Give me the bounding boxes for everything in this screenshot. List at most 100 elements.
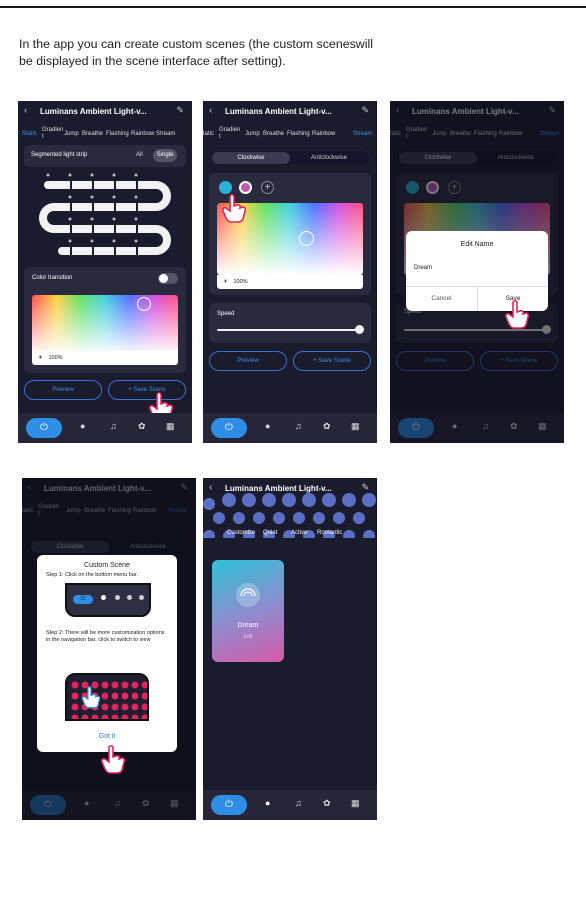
palette-icon[interactable]: ✿ [323, 421, 331, 432]
tab-jump[interactable]: Jump [245, 131, 260, 137]
bulb-icon[interactable]: ● [265, 421, 270, 431]
palette-icon[interactable]: ✿ [323, 798, 331, 809]
color-transition-label: Color transition [32, 275, 73, 281]
tab-static[interactable]: Static [203, 131, 214, 137]
option-single[interactable]: Single [153, 149, 177, 162]
power-button[interactable]: ⏻ [211, 418, 247, 438]
bottom-nav: ⏻ ● ♫ ✿ ▦ [203, 413, 377, 443]
clockwise-option[interactable]: Clockwise [212, 152, 290, 164]
tab-rainbow[interactable]: Rainbow [131, 131, 154, 137]
speed-panel: Speed [209, 303, 371, 343]
scene-tabs: Customize Quiet Active Romantic [203, 530, 377, 544]
phone-screen-static: ‹ Luminans Ambient Light-v... ✎ Static G… [18, 101, 192, 443]
phone-screen-stream: ‹ Luminans Ambient Light-v... ✎ Static G… [203, 101, 377, 443]
custom-scene-dialog: Custom Scene Step 1: Click on the bottom… [37, 555, 177, 752]
palette-icon[interactable]: ✿ [138, 421, 146, 432]
intro-line-1: In the app you can create custom scenes … [19, 37, 373, 51]
color-picker[interactable] [32, 295, 178, 355]
tab-romantic[interactable]: Romantic [317, 530, 342, 536]
scene-icon [236, 583, 260, 607]
color-panel: + ☀ 100% [209, 173, 371, 295]
tab-breathe[interactable]: Breathe [263, 131, 284, 137]
tab-active[interactable]: Active [291, 530, 307, 536]
brightness-value: 100% [233, 279, 248, 285]
bulb-icon[interactable]: ● [80, 421, 85, 431]
strip-path-graphic [39, 173, 171, 256]
preview-button[interactable]: Preview [24, 380, 102, 400]
tap-hand-icon [504, 299, 530, 329]
brightness-bar[interactable]: ☀ 100% [217, 275, 363, 289]
tab-rainbow[interactable]: Rainbow [312, 131, 335, 137]
tab-flashing[interactable]: Flashing [106, 131, 129, 137]
tap-hand-icon [221, 193, 247, 223]
grid-icon[interactable]: ▦ [166, 421, 175, 432]
tab-flashing[interactable]: Flashing [287, 131, 310, 137]
segment-mode-panel: Segmented light strip All Single [24, 145, 186, 167]
intro-text: In the app you can create custom scenes … [19, 36, 449, 70]
sun-icon: ☀ [38, 355, 43, 361]
scene-name: Dream [237, 622, 259, 629]
scene-name-input[interactable]: Dream [414, 265, 432, 271]
tab-gradient[interactable]: Gradien t [42, 127, 63, 141]
mode-tabs: Static Gradien t Jump Breathe Flashing R… [18, 125, 192, 145]
tap-hand-icon [100, 744, 126, 774]
picker-handle[interactable] [137, 297, 151, 311]
preview-button[interactable]: Preview [209, 351, 287, 371]
dialog-title: Custom Scene [84, 562, 130, 569]
anticlockwise-option[interactable]: Anticlockwise [290, 152, 368, 164]
music-icon[interactable]: ♫ [295, 421, 302, 431]
step-1-illustration: ⏻ [65, 583, 151, 617]
speed-label: Speed [217, 311, 235, 317]
save-scene-button[interactable]: + Save Scene [293, 351, 371, 371]
tab-static[interactable]: Static [22, 131, 37, 137]
bulb-icon[interactable]: ● [265, 798, 270, 808]
grid-icon[interactable]: ▦ [351, 798, 360, 809]
power-button[interactable]: ⏻ [211, 795, 247, 815]
edit-icon[interactable]: ✎ [176, 105, 184, 116]
bottom-nav: ⏻ ● ♫ ✿ ▦ [18, 413, 192, 443]
dialog-title: Edit Name [460, 241, 494, 248]
option-all[interactable]: All [136, 152, 143, 158]
intro-line-2: be displayed in the scene interface afte… [19, 54, 286, 68]
back-icon[interactable]: ‹ [209, 482, 212, 493]
tab-customize[interactable]: Customize [227, 530, 255, 536]
cancel-button[interactable]: Cancel [406, 289, 477, 309]
tab-jump[interactable]: Jump [64, 131, 79, 137]
speed-slider-knob[interactable] [355, 325, 364, 334]
mode-tabs: Static Gradien t Jump Breathe Flashing R… [203, 125, 377, 145]
app-header: ‹ Luminans Ambient Light-v... ✎ [18, 101, 192, 123]
step-2-illustration [65, 673, 149, 721]
sun-icon: ☀ [223, 279, 228, 285]
grid-icon[interactable]: ▦ [351, 421, 360, 432]
scene-edit-link[interactable]: Edit [212, 634, 284, 640]
add-color-icon[interactable]: + [261, 181, 274, 194]
brightness-bar[interactable]: ☀ 100% [32, 351, 178, 365]
direction-toggle: Clockwise Anticlockwise [211, 151, 369, 165]
tap-hand-icon-small [81, 686, 101, 709]
bottom-nav: ⏻ ● ♫ ✿ ▦ [203, 790, 377, 820]
phone-screen-edit-name: ‹ Luminans Ambient Light-v... ✎ Static G… [390, 101, 564, 443]
speed-slider[interactable] [217, 329, 359, 331]
scene-card-dream[interactable]: Dream Edit [212, 560, 284, 662]
save-scene-button[interactable]: + Save Scene [108, 380, 186, 400]
color-transition-toggle[interactable] [158, 273, 178, 284]
phone-screen-scenes: ‹ Luminans Ambient Light-v... ✎ Customiz… [203, 478, 377, 820]
edit-icon[interactable]: ✎ [361, 105, 369, 116]
edit-icon[interactable]: ✎ [361, 482, 369, 493]
back-icon[interactable]: ‹ [209, 105, 212, 116]
step-1-text: Step 1: Click on the bottom menu bar. [46, 572, 139, 578]
step-2-text: Step 2: There will be more customization… [46, 630, 165, 643]
tab-stream[interactable]: Stream [156, 131, 175, 137]
got-it-button[interactable]: Got it [37, 733, 177, 740]
tab-quiet[interactable]: Quiet [263, 530, 277, 536]
power-button[interactable]: ⏻ [26, 418, 62, 438]
music-icon[interactable]: ♫ [110, 421, 117, 431]
tab-stream[interactable]: Stream [353, 131, 372, 137]
top-divider [0, 6, 586, 8]
picker-handle[interactable] [299, 231, 314, 246]
tab-breathe[interactable]: Breathe [82, 131, 103, 137]
tab-gradient[interactable]: Gradien t [219, 127, 240, 141]
app-header: ‹ Luminans Ambient Light-v... ✎ [203, 101, 377, 123]
music-icon[interactable]: ♫ [295, 798, 302, 808]
back-icon[interactable]: ‹ [24, 105, 27, 116]
